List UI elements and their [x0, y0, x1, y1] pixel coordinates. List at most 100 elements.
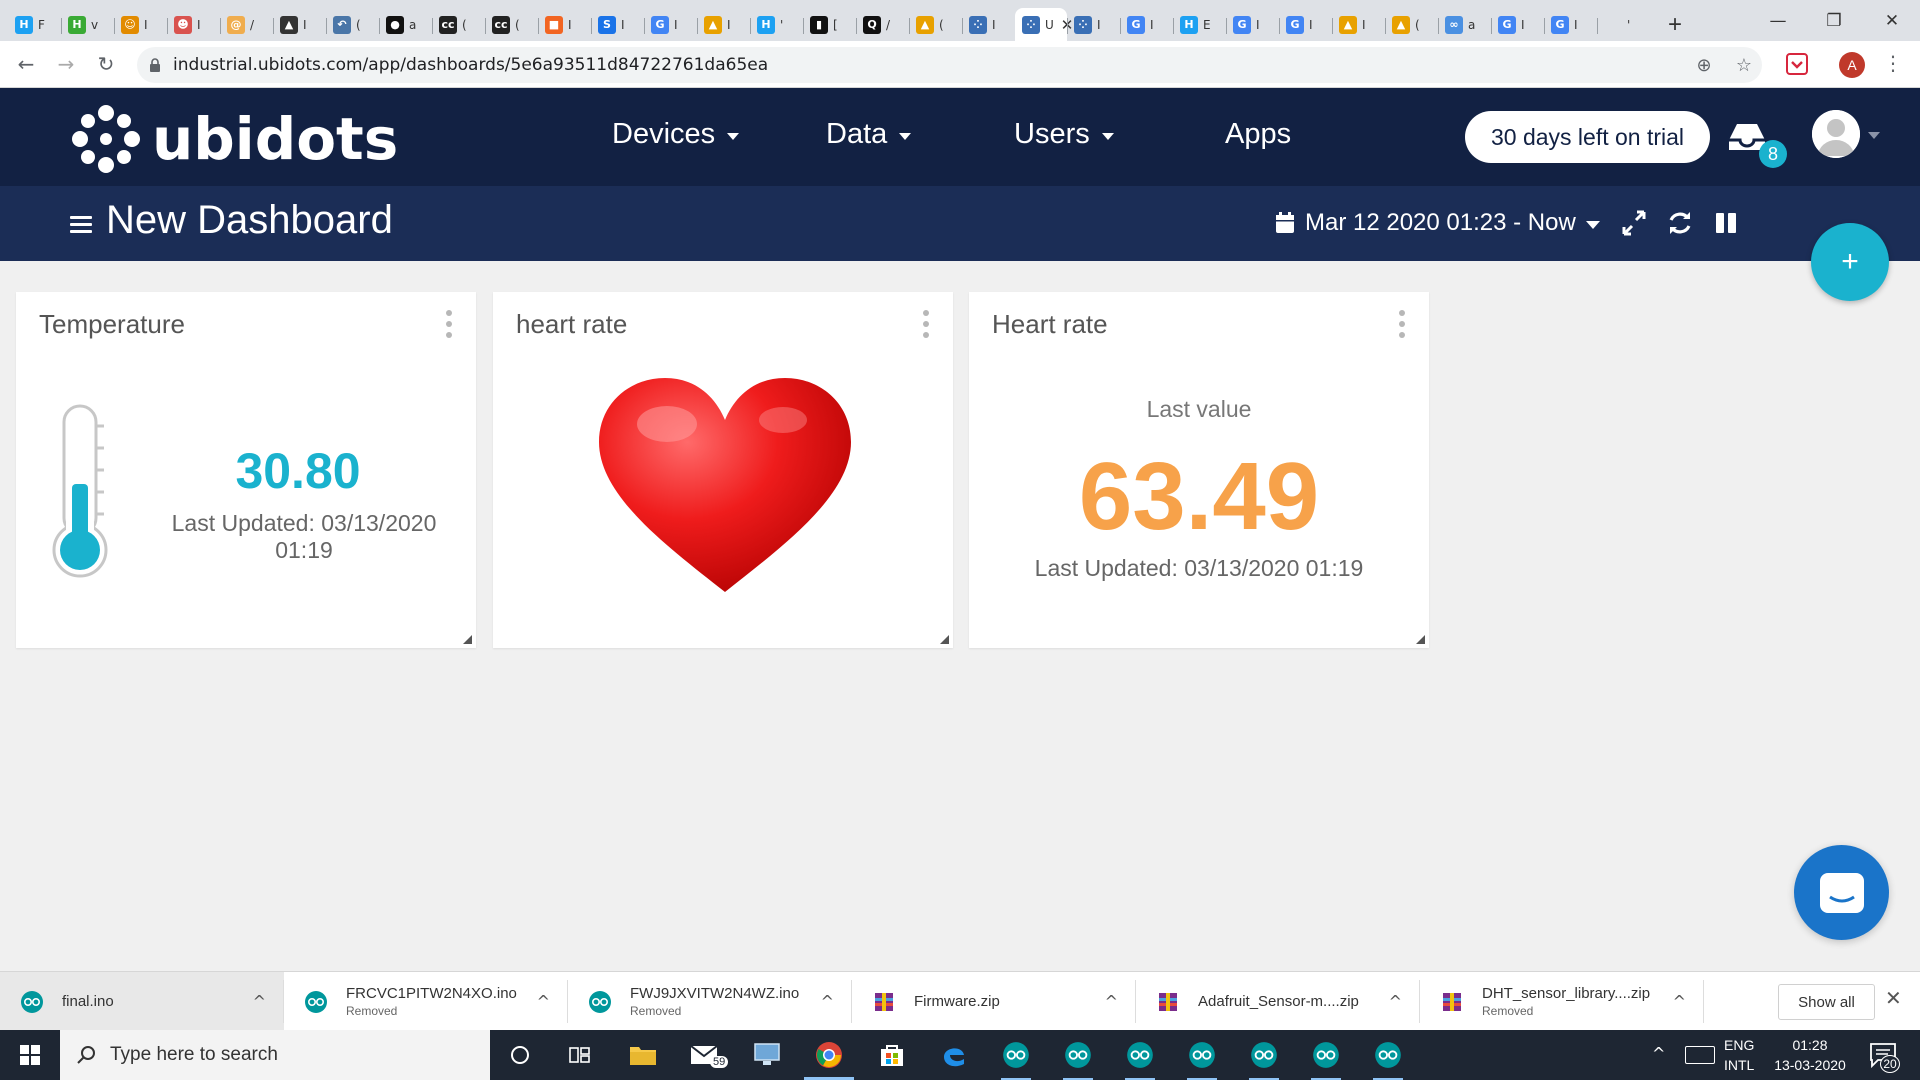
arduino-ide-icon[interactable]	[1247, 1038, 1281, 1080]
browser-tab-active[interactable]: ⁘ U ✕	[1015, 8, 1073, 41]
pause-icon[interactable]	[1712, 208, 1740, 238]
date-range-picker[interactable]: Mar 12 2020 01:23 - Now	[1275, 208, 1600, 238]
widget-menu-icon[interactable]	[445, 310, 453, 338]
zoom-icon[interactable]: ⊕	[1687, 47, 1721, 83]
download-item[interactable]: Adafruit_Sensor-m....zip ^	[1136, 972, 1420, 1031]
browser-menu-icon[interactable]: ⋮	[1883, 51, 1903, 76]
url-text[interactable]: industrial.ubidots.com/app/dashboards/5e…	[173, 55, 768, 75]
refresh-icon[interactable]	[1666, 208, 1694, 238]
arduino-ide-icon[interactable]	[1371, 1038, 1405, 1080]
nav-devices[interactable]: Devices	[612, 118, 740, 151]
pocket-extension-icon[interactable]	[1786, 53, 1808, 75]
browser-tab[interactable]: @ /	[220, 8, 273, 41]
download-item[interactable]: FWJ9JXVITW2N4WZ.ino Removed ^	[568, 972, 852, 1031]
browser-tab[interactable]: ▲(	[909, 8, 962, 41]
minimize-button[interactable]: —	[1750, 0, 1806, 41]
arduino-ide-icon[interactable]	[1123, 1038, 1157, 1080]
language-indicator[interactable]: ENG INTL	[1724, 1035, 1754, 1075]
nav-users[interactable]: Users	[1014, 118, 1114, 151]
clock[interactable]: 01:28 13-03-2020	[1765, 1035, 1855, 1075]
cortana-icon[interactable]	[503, 1038, 537, 1072]
browser-tab[interactable]: ☺ I	[114, 8, 167, 41]
browser-tab[interactable]: ⁘ I	[1067, 8, 1120, 41]
browser-tab[interactable]: ▲ I	[1332, 8, 1385, 41]
profile-avatar[interactable]: A	[1839, 52, 1865, 78]
close-icon[interactable]: ✕	[1885, 986, 1902, 1010]
nav-apps[interactable]: Apps	[1225, 118, 1291, 151]
browser-tab[interactable]: cc (	[485, 8, 538, 41]
store-icon[interactable]	[875, 1038, 909, 1072]
add-widget-button[interactable]: +	[1811, 223, 1889, 301]
browser-tab[interactable]: ▲ I	[697, 8, 750, 41]
arduino-ide-icon[interactable]	[1309, 1038, 1343, 1080]
browser-tab[interactable]: GI	[1226, 8, 1279, 41]
browser-tab[interactable]: GI	[1544, 8, 1597, 41]
widget-menu-icon[interactable]	[922, 310, 930, 338]
browser-tab[interactable]: GI	[1279, 8, 1332, 41]
browser-tab[interactable]: HE	[1173, 8, 1226, 41]
edge-icon[interactable]	[937, 1038, 971, 1072]
user-avatar[interactable]	[1812, 110, 1860, 158]
browser-tab[interactable]: H '	[750, 8, 803, 41]
hamburger-menu-icon[interactable]	[70, 216, 92, 234]
trial-button[interactable]: 30 days left on trial	[1465, 111, 1710, 163]
reload-button[interactable]: ↻	[88, 46, 124, 82]
remote-desktop-icon[interactable]	[750, 1038, 784, 1072]
download-item[interactable]: final.ino ^	[0, 972, 284, 1031]
arduino-ide-icon[interactable]	[999, 1038, 1033, 1080]
browser-tab[interactable]: HF	[8, 8, 61, 41]
browser-tab[interactable]: '	[1597, 8, 1650, 41]
show-hidden-icons-chevron-icon[interactable]: ^	[1652, 1044, 1665, 1063]
resize-handle-icon[interactable]	[1416, 635, 1425, 644]
widget-menu-icon[interactable]	[1398, 310, 1406, 338]
chevron-up-icon[interactable]: ^	[1105, 992, 1118, 1011]
browser-tab[interactable]: ▲ I	[273, 8, 326, 41]
omnibox[interactable]: industrial.ubidots.com/app/dashboards/5e…	[137, 47, 1762, 83]
bookmark-star-icon[interactable]: ☆	[1727, 47, 1761, 83]
window-close-button[interactable]: ✕	[1864, 0, 1920, 41]
browser-tab[interactable]: SI	[591, 8, 644, 41]
back-button[interactable]: ←	[8, 46, 44, 82]
arduino-ide-icon[interactable]	[1185, 1038, 1219, 1080]
download-item[interactable]: FRCVC1PITW2N4XO.ino Removed ^	[284, 972, 568, 1031]
show-all-button[interactable]: Show all	[1778, 984, 1875, 1020]
browser-tab[interactable]: ↶(	[326, 8, 379, 41]
new-tab-button[interactable]: +	[1660, 10, 1690, 40]
browser-tab[interactable]: cc (	[432, 8, 485, 41]
chevron-up-icon[interactable]: ^	[1673, 992, 1686, 1011]
chrome-icon[interactable]	[804, 1038, 854, 1080]
start-button[interactable]	[0, 1030, 60, 1080]
file-explorer-icon[interactable]	[626, 1038, 660, 1072]
browser-tab[interactable]: GI	[1491, 8, 1544, 41]
taskbar-search-input[interactable]: Type here to search	[60, 1030, 490, 1080]
browser-tab[interactable]: GI	[1120, 8, 1173, 41]
browser-tab[interactable]: ▲(	[1385, 8, 1438, 41]
restore-button[interactable]: ❐	[1806, 0, 1862, 41]
download-item[interactable]: Firmware.zip ^	[852, 972, 1136, 1031]
task-view-icon[interactable]	[563, 1038, 597, 1072]
resize-handle-icon[interactable]	[463, 635, 472, 644]
user-menu-chevron-icon[interactable]	[1868, 132, 1880, 139]
browser-tab[interactable]: Q /	[856, 8, 909, 41]
forward-button[interactable]: →	[48, 46, 84, 82]
ubidots-logo[interactable]: ubidots	[70, 104, 398, 174]
fullscreen-icon[interactable]	[1620, 208, 1648, 238]
browser-tab[interactable]: ▮[	[803, 8, 856, 41]
arduino-ide-icon[interactable]	[1061, 1038, 1095, 1080]
browser-tab[interactable]: ● a	[379, 8, 432, 41]
browser-tab[interactable]: ∞ a	[1438, 8, 1491, 41]
browser-tab[interactable]: ☻ I	[167, 8, 220, 41]
keyboard-icon[interactable]	[1685, 1046, 1715, 1064]
nav-data[interactable]: Data	[826, 118, 912, 151]
chevron-up-icon[interactable]: ^	[537, 992, 550, 1011]
mail-icon[interactable]: 59	[688, 1038, 729, 1072]
chevron-up-icon[interactable]: ^	[1389, 992, 1402, 1011]
chat-launcher-button[interactable]	[1794, 845, 1889, 940]
resize-handle-icon[interactable]	[940, 635, 949, 644]
browser-tab[interactable]: Hv	[61, 8, 114, 41]
dashboard-title[interactable]: New Dashboard	[106, 198, 393, 243]
chevron-up-icon[interactable]: ^	[821, 992, 834, 1011]
chevron-up-icon[interactable]: ^	[253, 992, 266, 1011]
browser-tab[interactable]: ■ I	[538, 8, 591, 41]
browser-tab[interactable]: GI	[644, 8, 697, 41]
